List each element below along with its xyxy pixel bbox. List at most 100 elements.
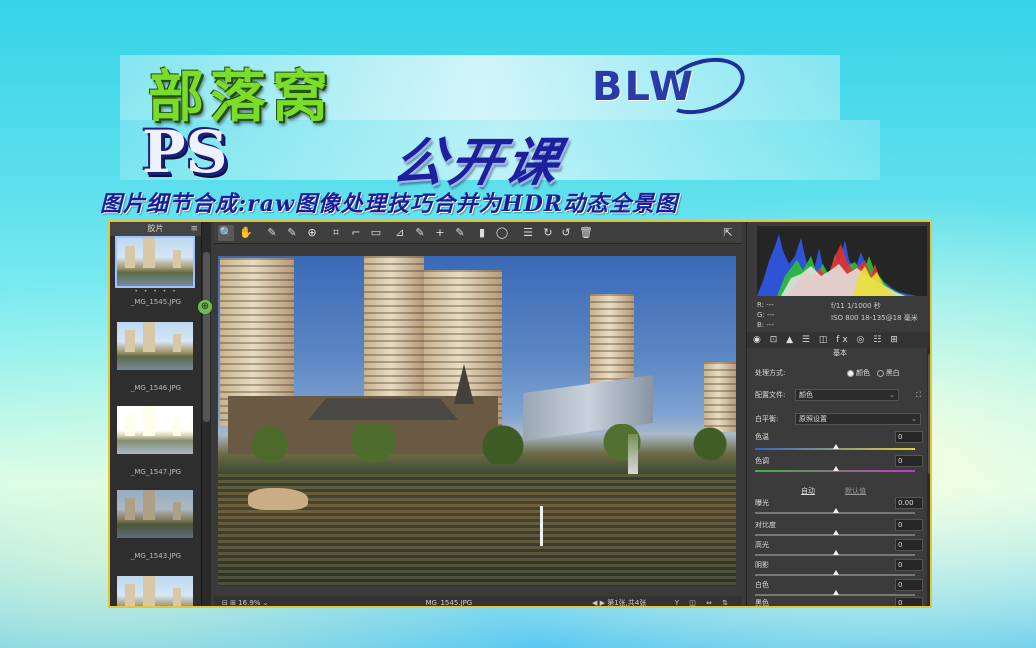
tint-slider[interactable] [755,466,915,472]
filmstrip-thumb-5[interactable] [117,576,193,606]
straighten-tool-icon[interactable]: ⌐ [348,225,364,241]
contrast-slider[interactable] [755,530,915,536]
pole [540,506,543,546]
white-balance-tool-icon[interactable]: ✎ [264,225,280,241]
filmstrip-panel: 胶片 ≡ • • • • • _MG_1545.JPG _MG_1546.JPG… [110,222,202,606]
profile-browser-icon[interactable]: ⛶ [916,388,921,402]
aperture-shutter: f/11 1/1000 秒 [831,302,881,310]
filmstrip-thumb-4[interactable] [117,490,193,538]
histogram-graph [757,234,917,296]
rocks [248,488,308,510]
treatment-color-label[interactable]: 颜色 [856,369,870,377]
resize-handle-icon[interactable]: ⊕ [198,300,212,314]
whites-row: 白色 0 [755,578,923,592]
filmstrip-menu-icon[interactable]: ≡ [190,222,198,236]
filmstrip-label-1: _MG_1545.JPG [130,298,182,306]
panel-scroll-thumb[interactable] [928,354,930,474]
radio-color[interactable] [847,369,854,377]
rotate-left-icon[interactable]: ↻ [540,225,556,241]
exposure-input[interactable]: 0.00 [895,497,923,509]
whites-slider-knob[interactable] [833,590,839,595]
profile-select[interactable]: 颜色 ⌄ [795,389,899,401]
whites-label: 白色 [755,581,769,589]
blacks-label: 黑色 [755,599,769,607]
temp-label: 色温 [755,433,769,441]
blacks-input[interactable]: 0 [895,597,923,606]
highlights-input[interactable]: 0 [895,539,923,551]
filmstrip-label-2: _MG_1546.JPG [130,384,182,392]
target-adjust-tool-icon[interactable]: ⊕ [304,225,320,241]
temp-row: 色温 0 [755,430,923,444]
hand-tool-icon[interactable]: ✋ [238,225,254,241]
highlights-label: 高光 [755,541,769,549]
image-navigator[interactable]: ◀ ▶ 第1张,共4张 [592,596,646,606]
treatment-bw-label[interactable]: 黑白 [886,369,900,377]
filmstrip-thumb-1[interactable] [115,236,195,288]
zoom-tool-icon[interactable]: 🔍 [218,225,234,241]
shadows-slider[interactable] [755,570,915,576]
default-link[interactable]: 默认值 [845,486,866,496]
filmstrip-header: 胶片 ≡ [110,222,201,236]
temp-slider[interactable] [755,444,915,450]
highlights-slider[interactable] [755,550,915,556]
add-tool-icon[interactable]: + [432,225,448,241]
shadows-input[interactable]: 0 [895,559,923,571]
temp-input[interactable]: 0 [895,431,923,443]
whites-input[interactable]: 0 [895,579,923,591]
highlights-slider-knob[interactable] [833,550,839,555]
banner-subtitle: 图片细节合成:raw图像处理技巧合并为HDR动态全景图 [100,191,679,217]
b-readout: B: --- [757,321,774,329]
blacks-row: 黑色 0 [755,596,923,607]
view-mode-icons[interactable]: Y ◫ ⇔ ⇅ [675,596,732,606]
tool-bar: 🔍 ✋ ✎ ✎ ⊕ ⌗ ⌐ ▭ ⊿ ✎ + ✎ ▮ ◯ ☰ ↻ ↺ 🗑 ⇱ [214,222,742,244]
preview-photo[interactable] [218,256,736,586]
shadows-slider-knob[interactable] [833,570,839,575]
preview-canvas[interactable] [214,244,742,596]
banner-ps: PS [142,118,228,186]
tint-slider-knob[interactable] [833,466,839,471]
contrast-input[interactable]: 0 [895,519,923,531]
trash-icon[interactable]: 🗑 [578,225,594,241]
fullscreen-icon[interactable]: ⇱ [720,225,736,241]
blw-logo: BLW [592,64,695,110]
rotate-right-icon[interactable]: ↺ [558,225,574,241]
filmstrip-scroll-thumb[interactable] [203,252,210,422]
exposure-slider[interactable] [755,508,915,514]
filmstrip-thumb-3[interactable] [117,406,193,454]
tint-label: 色调 [755,457,769,465]
preferences-icon[interactable]: ☰ [520,225,536,241]
histogram [757,226,927,296]
spot-removal-tool-icon[interactable]: ⊿ [392,225,408,241]
chevron-down-icon: ⌄ [911,415,917,423]
graduated-filter-icon[interactable]: ▮ [474,225,490,241]
rating-dots[interactable]: • • • • • [110,288,202,295]
contrast-slider-knob[interactable] [833,530,839,535]
color-sampler-tool-icon[interactable]: ✎ [284,225,300,241]
transform-tool-icon[interactable]: ▭ [368,225,384,241]
filmstrip-scrollbar[interactable] [202,222,211,606]
rgb-readout: R: --- G: --- B: --- [757,300,775,330]
radial-filter-icon[interactable]: ◯ [494,225,510,241]
exposure-info: f/11 1/1000 秒 ISO 800 18-135@18 毫米 [831,300,918,324]
contrast-label: 对比度 [755,521,776,529]
temp-slider-knob[interactable] [833,444,839,449]
panel-scrollbar[interactable] [927,348,930,606]
radio-bw[interactable] [876,369,884,377]
zoom-level[interactable]: ⊟ ⊞ 16.9% ⌄ [222,596,269,606]
filmstrip-thumb-2[interactable] [117,322,193,370]
exposure-row: 曝光 0.00 [755,496,923,510]
crop-tool-icon[interactable]: ⌗ [328,225,344,241]
panel-tab-icons[interactable]: ◉ ⊡ ▲ ☰ ◫ fx ◎ ☷ ⊞ [747,332,930,348]
wb-label: 白平衡: [755,415,779,423]
wb-select[interactable]: 原照设置 ⌄ [795,413,921,425]
building-right [590,294,634,390]
tint-input[interactable]: 0 [895,455,923,467]
banner-course: 公开课 [387,133,569,193]
red-eye-tool-icon[interactable]: ✎ [412,225,428,241]
brush-tool-icon[interactable]: ✎ [452,225,468,241]
contrast-row: 对比度 0 [755,518,923,532]
profile-label: 配置文件: [755,391,786,399]
iso-lens: ISO 800 18-135@18 毫米 [831,314,918,322]
exposure-slider-knob[interactable] [833,508,839,513]
auto-link[interactable]: 自动 [801,486,815,496]
